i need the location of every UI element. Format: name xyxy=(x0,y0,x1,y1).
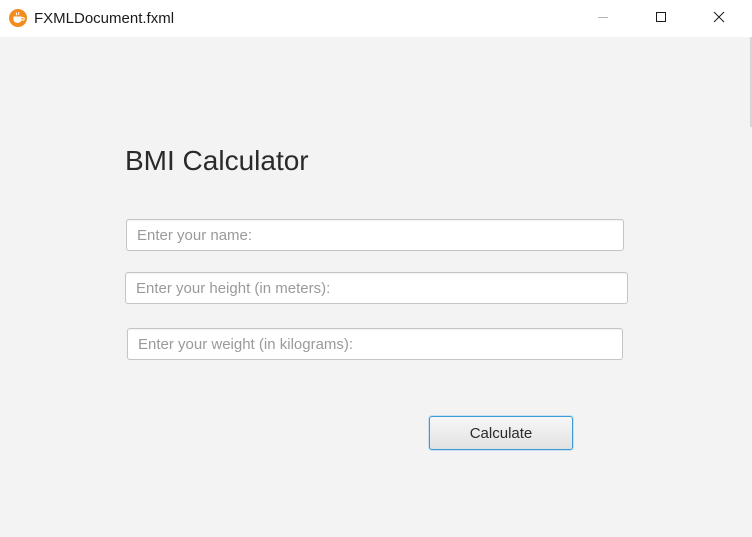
window-title: FXMLDocument.fxml xyxy=(34,10,175,27)
title-bar[interactable]: FXMLDocument.fxml xyxy=(0,0,752,37)
app-window: FXMLDocument.fxml BMI Calculator Calcula… xyxy=(0,0,752,537)
close-icon xyxy=(713,10,725,28)
maximize-button[interactable] xyxy=(632,0,690,37)
height-input[interactable] xyxy=(125,272,628,304)
page-title: BMI Calculator xyxy=(125,145,309,176)
name-input[interactable] xyxy=(126,219,624,251)
weight-input[interactable] xyxy=(127,328,623,360)
java-cup-icon xyxy=(8,8,28,28)
maximize-icon xyxy=(655,10,667,28)
minimize-button[interactable] xyxy=(574,0,632,37)
calculate-button[interactable]: Calculate xyxy=(429,416,573,450)
minimize-icon xyxy=(597,10,609,28)
close-button[interactable] xyxy=(690,0,748,37)
